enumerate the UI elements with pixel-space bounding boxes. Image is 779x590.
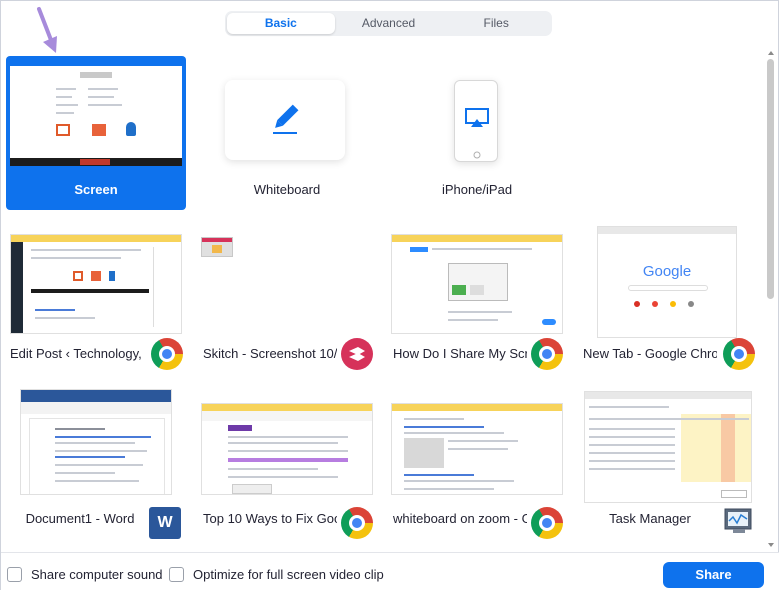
task-manager-icon [724, 508, 752, 533]
chrome-icon [151, 338, 183, 370]
scroll-up-icon[interactable] [768, 51, 774, 55]
window-task-manager[interactable]: Task Manager [577, 389, 757, 539]
optimize-video-checkbox[interactable] [169, 567, 184, 582]
share-sound-option[interactable]: Share computer sound [7, 567, 163, 582]
annotation-arrow-icon [37, 7, 57, 53]
window-edit-post[interactable]: Edit Post ‹ Technology, B... [6, 234, 186, 370]
window-thumbnail [10, 234, 182, 334]
chrome-icon [531, 507, 563, 539]
window-label: Skitch - Screenshot 10/1... [203, 346, 337, 361]
window-thumbnail [201, 403, 373, 495]
share-sound-label: Share computer sound [31, 567, 163, 582]
window-thumbnail [20, 389, 172, 495]
tab-files[interactable]: Files [442, 13, 550, 34]
share-button[interactable]: Share [663, 562, 764, 588]
word-icon: W [149, 507, 181, 539]
screen-label: Screen [74, 182, 118, 197]
window-thumbnail: Google [597, 226, 737, 338]
share-sound-checkbox[interactable] [7, 567, 22, 582]
screen-thumbnail [10, 66, 182, 166]
footer-bar: Share computer sound Optimize for full s… [1, 552, 779, 590]
tab-advanced[interactable]: Advanced [335, 13, 443, 34]
optimize-video-option[interactable]: Optimize for full screen video clip [169, 567, 384, 582]
whiteboard-card [225, 80, 345, 160]
pen-icon [273, 104, 299, 134]
chrome-icon [531, 338, 563, 370]
window-skitch[interactable]: Skitch - Screenshot 10/1... [197, 234, 377, 370]
window-label: Top 10 Ways to Fix Goog... [203, 511, 337, 526]
window-new-tab[interactable]: Google New Tab - Google Chrome [577, 226, 757, 370]
window-label: whiteboard on zoom - G... [393, 511, 527, 526]
window-thumbnail [584, 391, 752, 503]
tab-basic[interactable]: Basic [227, 13, 335, 34]
optimize-video-label: Optimize for full screen video clip [193, 567, 384, 582]
google-logo: Google [642, 263, 692, 280]
window-label: Task Manager [609, 511, 691, 526]
skitch-icon [341, 338, 373, 370]
window-label: Edit Post ‹ Technology, B... [10, 346, 146, 361]
whiteboard-label: Whiteboard [253, 182, 321, 197]
window-label: Document1 - Word [25, 511, 135, 526]
window-whiteboard-zoom[interactable]: whiteboard on zoom - G... [387, 389, 567, 539]
vertical-scrollbar[interactable] [766, 49, 776, 549]
share-tabs: Basic Advanced Files [225, 11, 552, 36]
iphone-ipad-label: iPhone/iPad [441, 182, 513, 197]
iphone-ipad-option[interactable]: iPhone/iPad [387, 56, 567, 210]
window-thumbnail [391, 403, 563, 495]
airplay-icon [465, 108, 489, 159]
scroll-thumb[interactable] [767, 59, 774, 299]
whiteboard-option[interactable]: Whiteboard [197, 56, 377, 210]
window-label: How Do I Share My Scre... [393, 346, 527, 361]
window-how-share[interactable]: How Do I Share My Scre... [387, 234, 567, 370]
phone-card [454, 80, 498, 162]
window-thumbnail [201, 237, 233, 257]
scroll-down-icon[interactable] [768, 543, 774, 547]
window-label: New Tab - Google Chrome [583, 346, 717, 361]
screen-option[interactable]: Screen [6, 56, 186, 210]
share-grid: Screen Whiteboard iPhone/iPad Edit Post … [1, 49, 767, 549]
window-top-10[interactable]: Top 10 Ways to Fix Goog... [197, 389, 377, 539]
window-thumbnail [391, 234, 563, 334]
chrome-icon [723, 338, 755, 370]
window-word[interactable]: Document1 - Word W [6, 389, 186, 539]
chrome-icon [341, 507, 373, 539]
